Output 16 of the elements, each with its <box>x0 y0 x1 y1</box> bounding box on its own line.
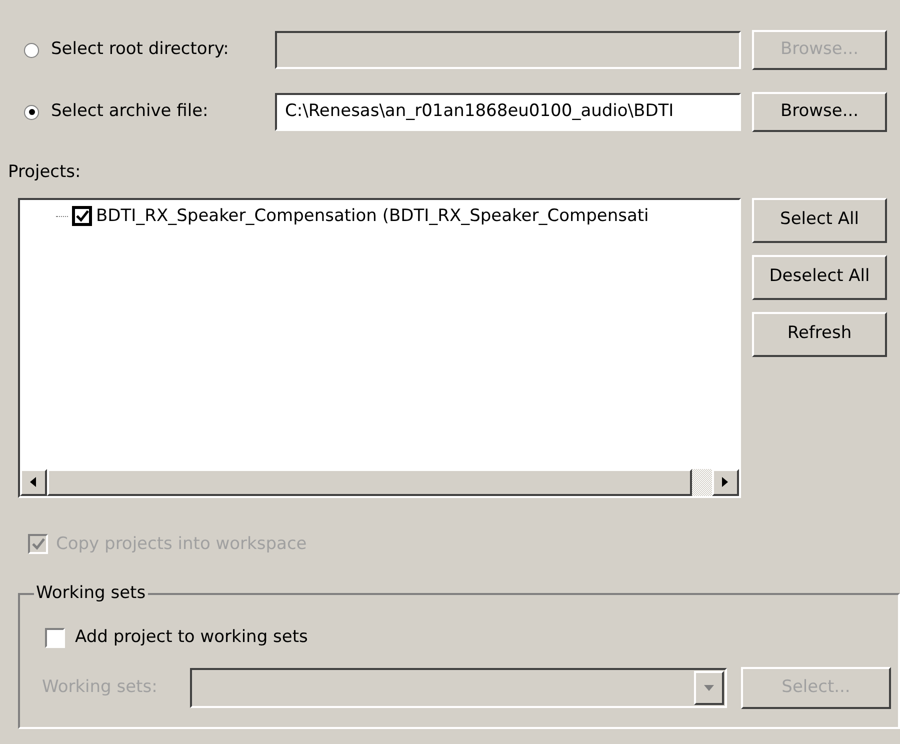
option-label: Select root directory: <box>51 38 229 62</box>
button[interactable]: Deselect All <box>752 254 887 300</box>
button[interactable]: Select All <box>752 198 887 242</box>
radio-button[interactable] <box>24 104 39 120</box>
button[interactable]: Refresh <box>752 312 887 356</box>
scroll-right-icon[interactable] <box>712 468 739 496</box>
working-sets-dropdown[interactable] <box>190 668 727 708</box>
button[interactable]: Browse... <box>752 92 887 132</box>
tree-line <box>56 216 68 217</box>
checkbox[interactable] <box>72 206 92 226</box>
option-label: Select archive file: <box>51 100 208 124</box>
checkbox-label: Add project to working sets <box>75 626 308 649</box>
scroll-left-icon[interactable] <box>20 468 47 496</box>
projects-label: Projects: <box>8 161 82 184</box>
project-name: BDTI_RX_Speaker_Compensation (BDTI_RX_Speaker_Compensati <box>96 204 649 228</box>
path-field[interactable]: C:\Renesas\an_r01an1868eu0100_audio\BDTI <box>275 93 741 131</box>
